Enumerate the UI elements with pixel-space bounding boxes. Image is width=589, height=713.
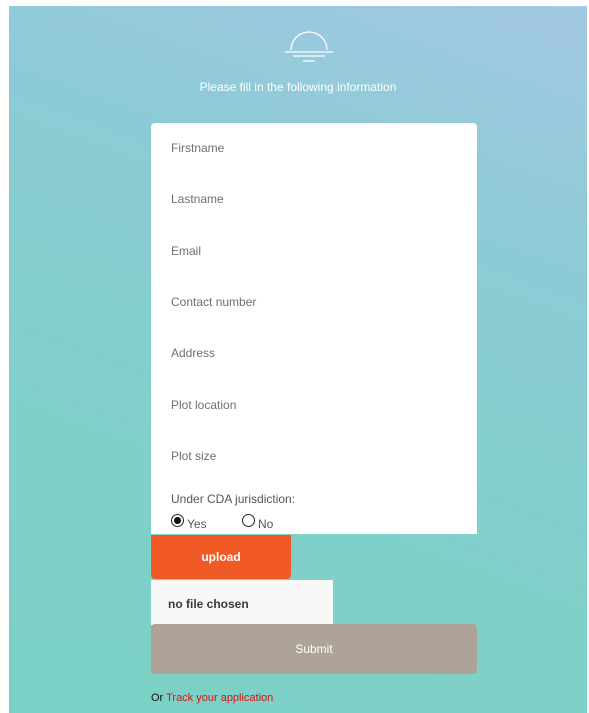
contact-number-input[interactable] [171,290,461,314]
form-subtitle: Please fill in the following information [199,80,397,94]
background-panel: Please fill in the following information… [9,6,587,713]
submit-button[interactable]: Submit [151,624,477,674]
cda-jurisdiction-label: Under CDA jurisdiction: [171,492,296,506]
firstname-input[interactable] [171,136,461,160]
track-application-row: Or Track your application [151,692,273,704]
radio-unchecked-icon [242,514,255,527]
plot-location-input[interactable] [171,393,461,417]
radio-checked-icon [171,514,184,527]
email-input[interactable] [171,239,461,263]
file-status-text: no file chosen [168,597,249,611]
plot-size-input[interactable] [171,444,461,468]
cda-no-label: No [258,517,274,531]
form-card: Under CDA jurisdiction: Yes No [151,123,477,534]
file-status-box: no file chosen [151,580,333,625]
track-application-link[interactable]: Track your application [166,692,273,704]
upload-button[interactable]: upload [151,535,291,579]
sunset-icon [285,31,333,62]
cda-yes-label: Yes [187,517,207,531]
or-text: Or [151,692,164,704]
address-input[interactable] [171,341,461,365]
lastname-input[interactable] [171,187,461,211]
